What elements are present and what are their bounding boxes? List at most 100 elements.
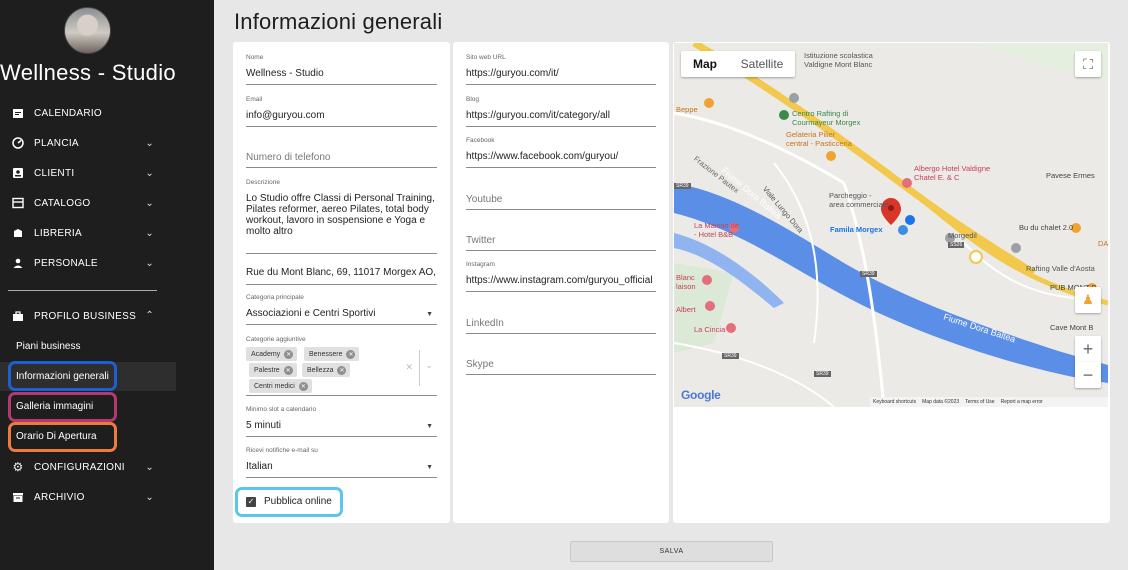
map-label: Pavese Ermes	[1046, 171, 1095, 180]
chip-centri-medici[interactable]: Centri medici ✕	[249, 379, 312, 393]
skype-field[interactable]: Skype	[466, 344, 656, 375]
sub-item-piani-business[interactable]: Piani business	[0, 332, 176, 361]
save-button[interactable]: SALVA	[570, 541, 773, 562]
zoom-out-icon[interactable]: −	[1075, 362, 1101, 388]
nav-item-plancia[interactable]: PLANCIA ⌄	[0, 128, 176, 158]
satellite-tab[interactable]: Satellite	[729, 51, 795, 77]
map-footer-link[interactable]: Terms of Use	[965, 399, 994, 405]
map-footer-link[interactable]: Report a map error	[1001, 399, 1043, 405]
descrizione-field[interactable]: Descrizione Lo Studio offre Classi di Pe…	[246, 179, 437, 254]
gear-icon: ⚙	[12, 460, 24, 474]
nav-label: CONFIGURAZIONI	[34, 461, 125, 473]
calendar-icon	[11, 106, 25, 120]
categorie-aggiuntive-select[interactable]: Categorie aggiuntive Academy ✕ Benessere ✕…	[246, 336, 437, 396]
pegman-icon[interactable]: ♟	[1075, 287, 1101, 313]
business-icon	[11, 309, 25, 323]
field-placeholder: LinkedIn	[466, 318, 504, 329]
contacts-icon	[11, 166, 25, 180]
remove-chip-icon[interactable]: ✕	[284, 349, 294, 359]
field-placeholder: Youtube	[466, 194, 503, 205]
nav-item-calendario[interactable]: CALENDARIO	[0, 98, 176, 128]
field-label: Categoria principale	[246, 294, 304, 301]
nav-item-profilo-business[interactable]: PROFILO BUSINESS ⌃	[0, 301, 176, 331]
field-value: Italian	[246, 461, 273, 472]
chevron-down-icon: ⌄	[145, 491, 154, 503]
map-label: Parcheggio - area commerciale	[829, 191, 889, 209]
facebook-field[interactable]: Facebook https://www.facebook.com/guryou…	[466, 137, 656, 168]
map-label: Beppe	[676, 105, 698, 114]
sito-field[interactable]: Sito web URL https://guryou.com/it/	[466, 54, 656, 85]
nav-item-archivio[interactable]: ARCHIVIO ⌄	[0, 482, 176, 512]
highlight-ring-orange	[8, 422, 117, 452]
chip-academy[interactable]: Academy ✕	[246, 347, 298, 361]
categoria-principale-select[interactable]: Categoria principale Associazioni e Cent…	[246, 294, 437, 325]
chevron-down-icon: ⌄	[145, 227, 154, 239]
blog-field[interactable]: Blog https://guryou.com/it/category/all	[466, 96, 656, 127]
email-field[interactable]: Email info@guryou.com	[246, 96, 437, 127]
nav-item-libreria[interactable]: LIBRERIA ⌄	[0, 218, 176, 248]
chevron-down-icon: ⌄	[145, 257, 154, 269]
field-label: Descrizione	[246, 179, 280, 186]
road-badge: SR39	[722, 353, 739, 359]
chevron-down-icon: ⌄	[145, 197, 154, 209]
field-label: Ricevi notifiche e-mail su	[246, 447, 318, 454]
field-value: Associazioni e Centri Sportivi	[246, 308, 376, 319]
zoom-in-icon[interactable]: +	[1075, 336, 1101, 362]
map-label: Albert	[676, 305, 696, 314]
map-tab[interactable]: Map	[681, 51, 729, 77]
map-label: Gelateria Pilier central - Pasticceria	[786, 130, 852, 148]
nome-field[interactable]: Nome Wellness - Studio	[246, 54, 437, 85]
road-badge: SR39	[860, 271, 877, 277]
nav-item-catalogo[interactable]: CATALOGO ⌄	[0, 188, 176, 218]
remove-chip-icon[interactable]: ✕	[337, 365, 347, 375]
slot-minimo-select[interactable]: Minimo slot a calendario 5 minuti ▼	[246, 406, 437, 437]
nav-label: CATALOGO	[34, 197, 91, 209]
fullscreen-icon[interactable]: ⛶	[1075, 51, 1101, 77]
nav-label: LIBRERIA	[34, 227, 82, 239]
road-badge: SS26	[948, 242, 965, 248]
road-badge: SR39	[814, 371, 831, 377]
map-label: Rafting Valle d'Aosta	[1026, 264, 1095, 273]
road-badge: SR39	[674, 183, 691, 189]
nav-item-configurazioni[interactable]: ⚙ CONFIGURAZIONI ⌄	[0, 452, 176, 482]
map-label: La Cincia	[694, 325, 726, 334]
chevron-down-icon[interactable]: ⌄	[425, 360, 433, 371]
nav-label: PROFILO BUSINESS	[34, 310, 137, 322]
field-placeholder: Skype	[466, 359, 494, 370]
chevron-down-icon: ⌄	[145, 137, 154, 149]
field-label: Nome	[246, 54, 264, 61]
instagram-field[interactable]: Instagram https://www.instagram.com/gury…	[466, 261, 656, 292]
archive-icon	[11, 490, 25, 504]
map-view[interactable]: Istituzione scolastica Valdigne Mont Bla…	[674, 43, 1108, 407]
card-general-info: Nome Wellness - Studio Email info@guryou…	[233, 42, 450, 523]
linkedin-field[interactable]: LinkedIn	[466, 303, 656, 334]
remove-chip-icon[interactable]: ✕	[346, 349, 356, 359]
map-footer: Keyboard shortcuts Map data ©2023 Terms …	[870, 397, 1108, 407]
twitter-field[interactable]: Twitter	[466, 220, 656, 251]
lingua-notifiche-select[interactable]: Ricevi notifiche e-mail su Italian ▼	[246, 447, 437, 478]
chip-palestre[interactable]: Palestre ✕	[249, 363, 297, 377]
field-value: info@guryou.com	[246, 110, 325, 121]
field-label: Sito web URL	[466, 54, 506, 61]
nav-item-personale[interactable]: PERSONALE ⌄	[0, 248, 176, 278]
field-label: Minimo slot a calendario	[246, 406, 317, 413]
clear-icon[interactable]: ✕	[405, 362, 413, 373]
telefono-field[interactable]: Numero di telefono	[246, 137, 437, 168]
field-value: https://www.facebook.com/guryou/	[466, 151, 619, 162]
nav-label: PLANCIA	[34, 137, 79, 149]
separator	[419, 350, 420, 386]
youtube-field[interactable]: Youtube	[466, 179, 656, 210]
highlight-ring-pink	[8, 392, 117, 422]
chip-benessere[interactable]: Benessere ✕	[304, 347, 360, 361]
map-footer-link[interactable]: Keyboard shortcuts	[873, 399, 916, 405]
chip-bellezza[interactable]: Bellezza ✕	[302, 363, 351, 377]
indirizzo-field[interactable]: Rue du Mont Blanc, 69, 11017 Morgex AO, …	[246, 265, 437, 285]
nav-item-clienti[interactable]: CLIENTI ⌄	[0, 158, 176, 188]
field-placeholder: Numero di telefono	[246, 152, 331, 163]
chevron-down-icon: ⌄	[145, 461, 154, 473]
remove-chip-icon[interactable]: ✕	[298, 381, 308, 391]
remove-chip-icon[interactable]: ✕	[283, 365, 293, 375]
chevron-up-icon: ⌃	[145, 310, 154, 321]
dropdown-arrow-icon: ▼	[426, 464, 433, 471]
map-label: Blanc laison	[676, 273, 696, 291]
